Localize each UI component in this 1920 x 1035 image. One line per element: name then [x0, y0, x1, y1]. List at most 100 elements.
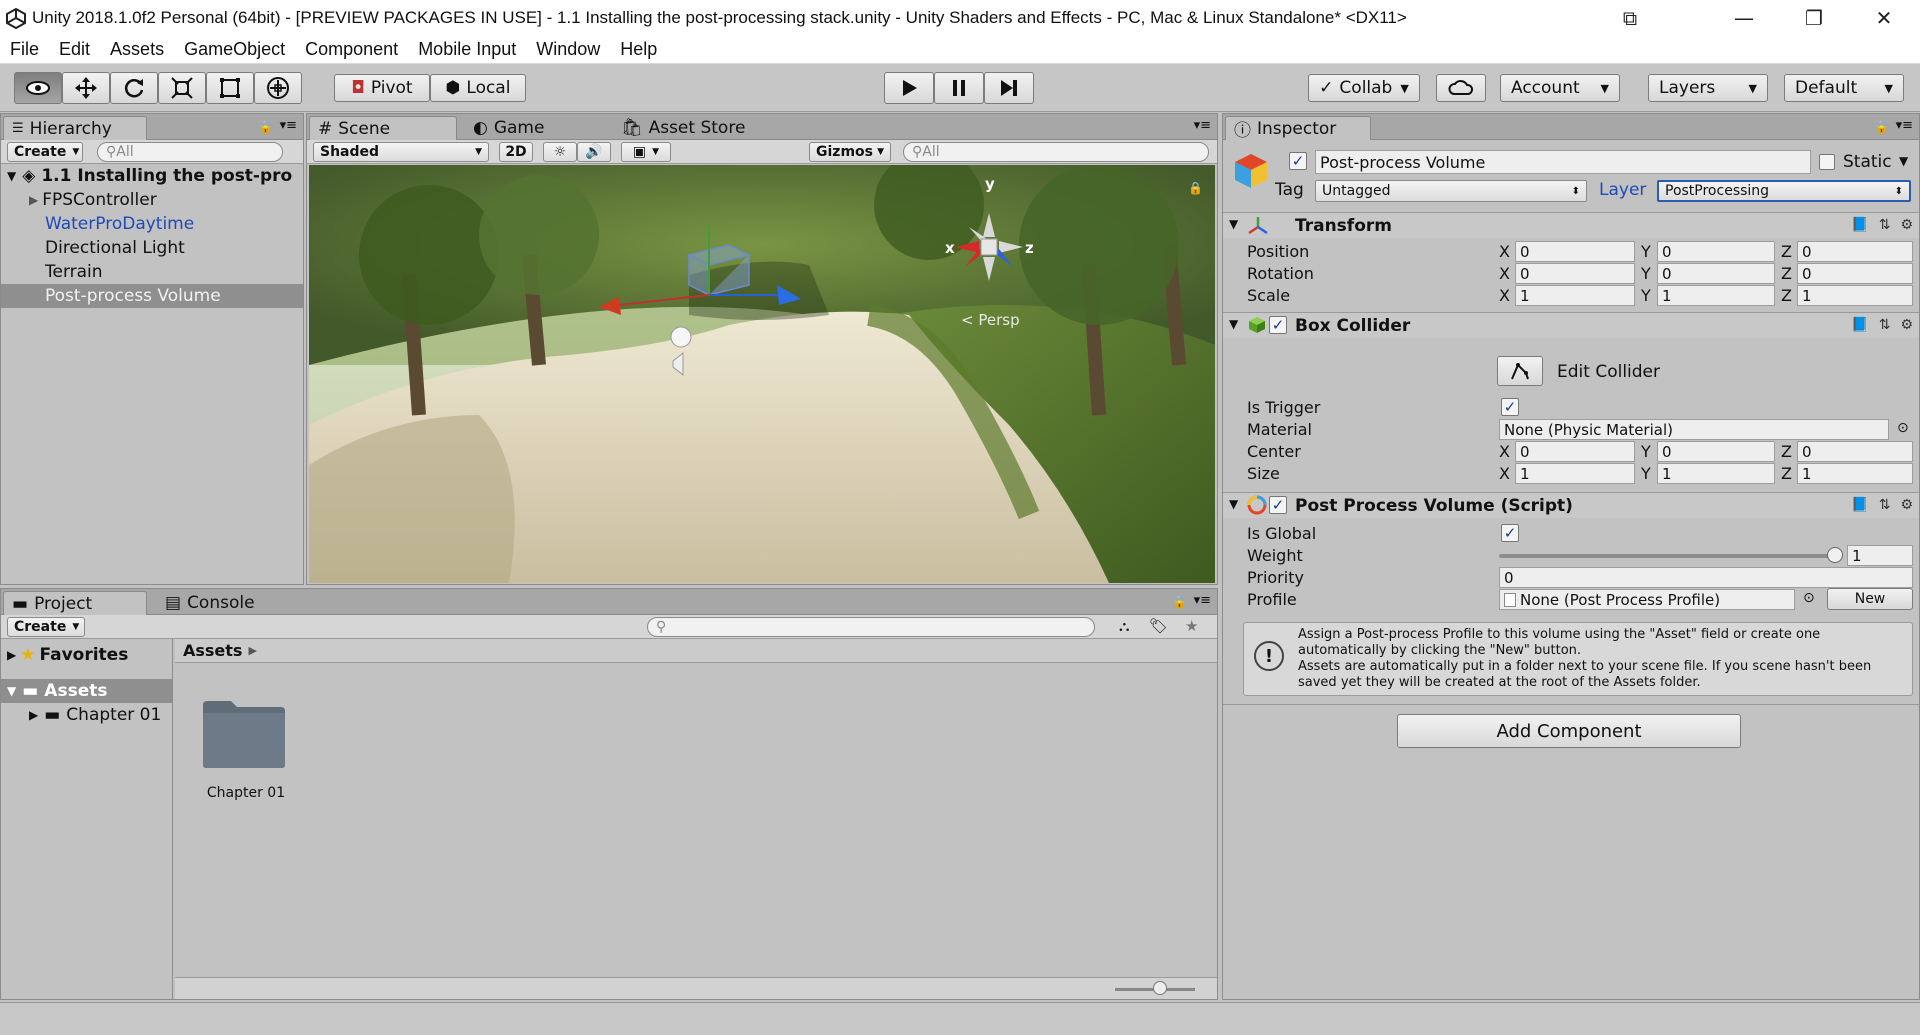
static-checkbox[interactable] [1819, 154, 1835, 170]
lock-icon[interactable]: 🔒 [258, 120, 273, 134]
tab-scene[interactable]: # Scene [309, 116, 457, 140]
layers-dropdown[interactable]: Layers ▼ [1648, 74, 1768, 102]
shading-mode-dropdown[interactable]: Shaded ▼ [313, 142, 489, 162]
panel-menu-icon[interactable]: ▾≡ [280, 118, 297, 133]
hierarchy-search-input[interactable]: ⚲ All [97, 142, 283, 162]
scene-viewport[interactable]: y x z < Persp 🔒 [309, 165, 1215, 583]
step-button[interactable] [984, 72, 1034, 104]
effects-dropdown[interactable]: ▣ ▼ [621, 142, 671, 162]
new-profile-button[interactable]: New [1827, 588, 1913, 610]
preset-icon[interactable]: ⇅ [1879, 217, 1891, 233]
2d-toggle[interactable]: 2D [499, 142, 533, 162]
center-y-field[interactable]: 0 [1657, 441, 1775, 462]
expand-arrow-icon[interactable]: ▼ [1229, 497, 1238, 511]
gear-icon[interactable]: ⚙ [1900, 317, 1913, 333]
add-component-button[interactable]: Add Component [1397, 714, 1741, 748]
filter-type-icon[interactable]: ⛬ [1119, 617, 1130, 635]
local-toggle[interactable]: ⬢ Local [430, 74, 526, 102]
panel-menu-icon[interactable]: ▾≡ [1194, 118, 1211, 133]
material-field[interactable]: None (Physic Material) [1499, 419, 1889, 440]
priority-field[interactable]: 0 [1499, 567, 1913, 588]
preset-icon[interactable]: ⇅ [1879, 497, 1891, 513]
scale-tool-icon[interactable] [158, 72, 206, 104]
expand-arrow-icon[interactable]: ▼ [1229, 317, 1238, 331]
size-x-field[interactable]: 1 [1515, 463, 1635, 484]
object-name-field[interactable]: Post-process Volume [1315, 150, 1811, 174]
profile-field[interactable]: None (Post Process Profile) [1499, 589, 1795, 610]
scale-x-field[interactable]: 1 [1515, 285, 1635, 306]
project-create-dropdown[interactable]: Create ▼ [7, 617, 85, 637]
tag-dropdown[interactable]: Untagged ⬍ [1315, 180, 1587, 202]
lighting-toggle[interactable]: ☼ [543, 142, 577, 162]
hierarchy-create-dropdown[interactable]: Create ▼ [7, 142, 83, 162]
folder-item-chapter01[interactable] [201, 697, 291, 777]
project-search-input[interactable]: ⚲ [647, 617, 1095, 637]
rotate-tool-icon[interactable] [110, 72, 158, 104]
layout-dropdown[interactable]: Default ▼ [1784, 74, 1904, 102]
box-collider-header[interactable]: ▼ ✓ Box Collider 📘 ⇅ ⚙ [1223, 312, 1919, 338]
tab-inspector[interactable]: ⓘ Inspector [1225, 116, 1371, 141]
lock-icon[interactable]: 🔒 [1874, 120, 1889, 134]
pivot-toggle[interactable]: ◘ Pivot [334, 74, 430, 102]
tab-hierarchy[interactable]: ☰ Hierarchy [3, 116, 147, 140]
persp-label[interactable]: < Persp [961, 311, 1020, 329]
hierarchy-item-post-process-volume[interactable]: Post-process Volume [1, 284, 303, 308]
rotation-y-field[interactable]: 0 [1657, 263, 1775, 284]
lock-icon[interactable]: 🔒 [1188, 181, 1203, 195]
transform-header[interactable]: ▼ Transform 📘 ⇅ ⚙ [1223, 212, 1919, 238]
rotation-z-field[interactable]: 0 [1797, 263, 1913, 284]
gear-icon[interactable]: ⚙ [1900, 217, 1913, 233]
scale-y-field[interactable]: 1 [1657, 285, 1775, 306]
maximize-button[interactable]: ❐ [1784, 0, 1844, 36]
breadcrumb-assets[interactable]: Assets [183, 641, 242, 660]
panel-menu-icon[interactable]: ▾≡ [1896, 118, 1913, 133]
lock-icon[interactable]: 🔒 [1172, 595, 1187, 609]
tag-icon[interactable]: 🏷 [1149, 617, 1168, 635]
weight-field[interactable]: 1 [1847, 545, 1913, 566]
pause-button[interactable] [934, 72, 984, 104]
is-trigger-checkbox[interactable]: ✓ [1501, 398, 1519, 416]
rotation-x-field[interactable]: 0 [1515, 263, 1635, 284]
hierarchy-item-terrain[interactable]: Terrain [1, 260, 303, 284]
box-collider-enabled-checkbox[interactable]: ✓ [1269, 316, 1287, 334]
expand-arrow-icon[interactable]: ▼ [7, 684, 16, 698]
size-z-field[interactable]: 1 [1797, 463, 1913, 484]
menu-assets[interactable]: Assets [100, 39, 174, 60]
position-x-field[interactable]: 0 [1515, 241, 1635, 262]
size-y-field[interactable]: 1 [1657, 463, 1775, 484]
position-y-field[interactable]: 0 [1657, 241, 1775, 262]
panel-menu-icon[interactable]: ▾≡ [1194, 593, 1211, 608]
post-process-volume-header[interactable]: ▼ ✓ Post Process Volume (Script) 📘 ⇅ ⚙ [1223, 492, 1919, 518]
scene-root-row[interactable]: ▼ ◈ 1.1 Installing the post-pro [1, 164, 303, 188]
play-button[interactable] [884, 72, 934, 104]
weight-slider-track[interactable] [1499, 554, 1835, 558]
minimize-button[interactable]: — [1714, 0, 1774, 36]
hierarchy-item-waterprodaytime[interactable]: WaterProDaytime [1, 212, 303, 236]
hierarchy-item-directional-light[interactable]: Directional Light [1, 236, 303, 260]
collapse-arrow-icon[interactable]: ▶ [29, 708, 38, 722]
menu-help[interactable]: Help [610, 39, 667, 60]
menu-mobile-input[interactable]: Mobile Input [408, 39, 526, 60]
preset-icon[interactable]: ⇅ [1879, 317, 1891, 333]
menu-file[interactable]: File [0, 39, 49, 60]
tab-console[interactable]: ▤ Console [157, 591, 301, 615]
transform-tool-icon[interactable] [254, 72, 302, 104]
assets-row[interactable]: ▼ ▬ Assets [1, 679, 172, 703]
tab-project[interactable]: ▬ Project [3, 591, 147, 615]
menu-window[interactable]: Window [526, 39, 610, 60]
window-restore-icon[interactable]: ⧉ [1600, 0, 1660, 36]
is-global-checkbox[interactable]: ✓ [1501, 524, 1519, 542]
collapse-arrow-icon[interactable]: ▶ [29, 193, 38, 207]
collapse-arrow-icon[interactable]: ▶ [7, 648, 16, 662]
cloud-button[interactable] [1436, 74, 1486, 102]
object-picker-icon[interactable]: ⊙ [1897, 420, 1909, 436]
account-dropdown[interactable]: Account ▼ [1500, 74, 1620, 102]
gizmos-dropdown[interactable]: Gizmos ▼ [809, 142, 891, 162]
menu-component[interactable]: Component [295, 39, 408, 60]
collab-dropdown[interactable]: ✓ Collab ▼ [1308, 74, 1420, 102]
layer-dropdown[interactable]: PostProcessing ⬍ [1657, 180, 1911, 202]
gear-icon[interactable]: ⚙ [1900, 497, 1913, 513]
move-tool-icon[interactable] [62, 72, 110, 104]
hierarchy-item-fpscontroller[interactable]: ▶ FPSController [1, 188, 303, 212]
tree-chapter01-row[interactable]: ▶ ▬ Chapter 01 [1, 703, 172, 727]
